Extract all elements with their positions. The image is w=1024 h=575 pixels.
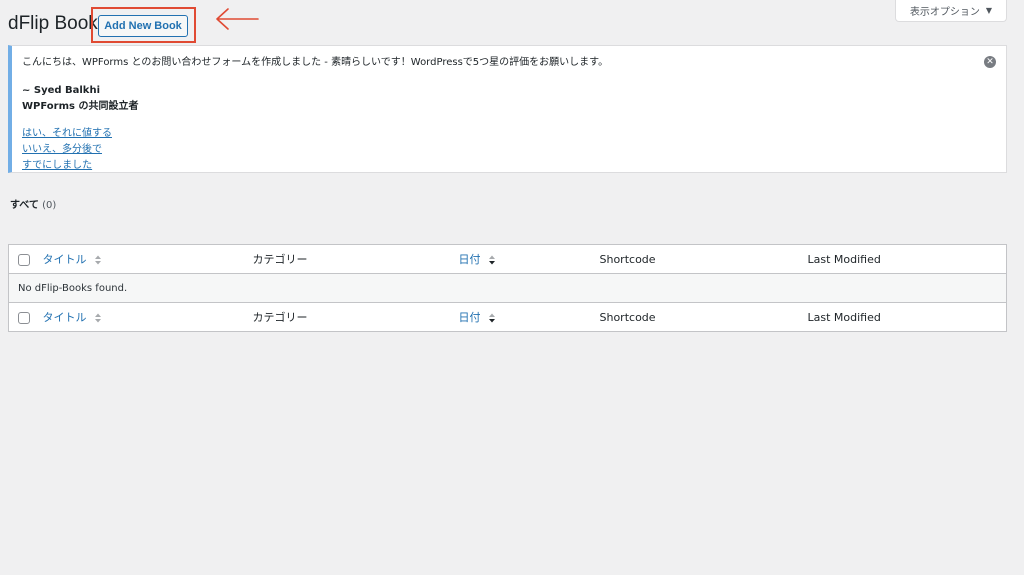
rating-notice: こんにちは、WPForms とのお問い合わせフォームを作成しました - 素晴らし… (8, 45, 1007, 173)
table-row: No dFlip-Books found. (8, 273, 1007, 303)
column-title-label: タイトル (42, 253, 87, 266)
column-last-modified-header: Last Modified (807, 252, 881, 266)
column-date-label: 日付 (458, 253, 481, 266)
footer-column-category: カテゴリー (252, 311, 308, 324)
select-all-checkbox[interactable] (18, 253, 30, 266)
table-header-row: タイトル カテゴリー 日付 Shortcode Last Modified (8, 245, 1007, 274)
sort-both-icon (95, 255, 101, 265)
column-category-header: カテゴリー (252, 253, 308, 266)
select-all-checkbox-footer[interactable] (18, 311, 30, 324)
notice-link-rate[interactable]: はい、それに値する (22, 126, 992, 142)
sort-desc-icon (489, 313, 495, 323)
dismiss-icon[interactable]: ✕ (984, 56, 996, 68)
status-filter: すべて (0) (10, 196, 56, 211)
notice-message: こんにちは、WPForms とのお問い合わせフォームを作成しました - 素晴らし… (22, 57, 609, 68)
table-footer-row: タイトル カテゴリー 日付 Shortcode Last Modified (8, 302, 1007, 332)
empty-message: No dFlip-Books found. (8, 273, 1007, 303)
sort-both-icon (95, 313, 101, 323)
header-select-all-cell (9, 245, 43, 274)
sort-desc-icon (489, 255, 495, 265)
column-date-header[interactable]: 日付 (459, 245, 600, 274)
notice-link-done[interactable]: すでにしました (22, 158, 992, 174)
notice-signature-name: ~ Syed Balkhi (22, 85, 100, 96)
footer-column-shortcode: Shortcode (599, 310, 656, 324)
caret-down-icon: ▼ (985, 6, 993, 15)
filter-all-link[interactable]: すべて (10, 200, 39, 211)
footer-column-last-modified: Last Modified (807, 310, 881, 324)
add-new-book-button[interactable]: Add New Book (98, 15, 188, 37)
notice-signature-role: WPForms の共同設立者 (22, 101, 139, 112)
screen-options-label: 表示オプション (909, 7, 980, 18)
annotation-arrow-icon (216, 8, 259, 30)
footer-column-date-label: 日付 (458, 311, 481, 324)
books-table: タイトル カテゴリー 日付 Shortcode Last Modified No… (8, 244, 1007, 332)
notice-link-later[interactable]: いいえ、多分後で (22, 142, 992, 158)
filter-all-count: (0) (42, 200, 57, 211)
screen-options-toggle[interactable]: 表示オプション ▼ (895, 0, 1007, 22)
page-title: dFlip Book (8, 13, 98, 34)
footer-column-title-label: タイトル (42, 311, 87, 324)
footer-column-date[interactable]: 日付 (459, 303, 600, 332)
footer-column-title[interactable]: タイトル (43, 303, 253, 332)
column-shortcode-header: Shortcode (599, 252, 656, 266)
footer-select-all-cell (9, 303, 43, 332)
column-title-header[interactable]: タイトル (43, 245, 253, 274)
